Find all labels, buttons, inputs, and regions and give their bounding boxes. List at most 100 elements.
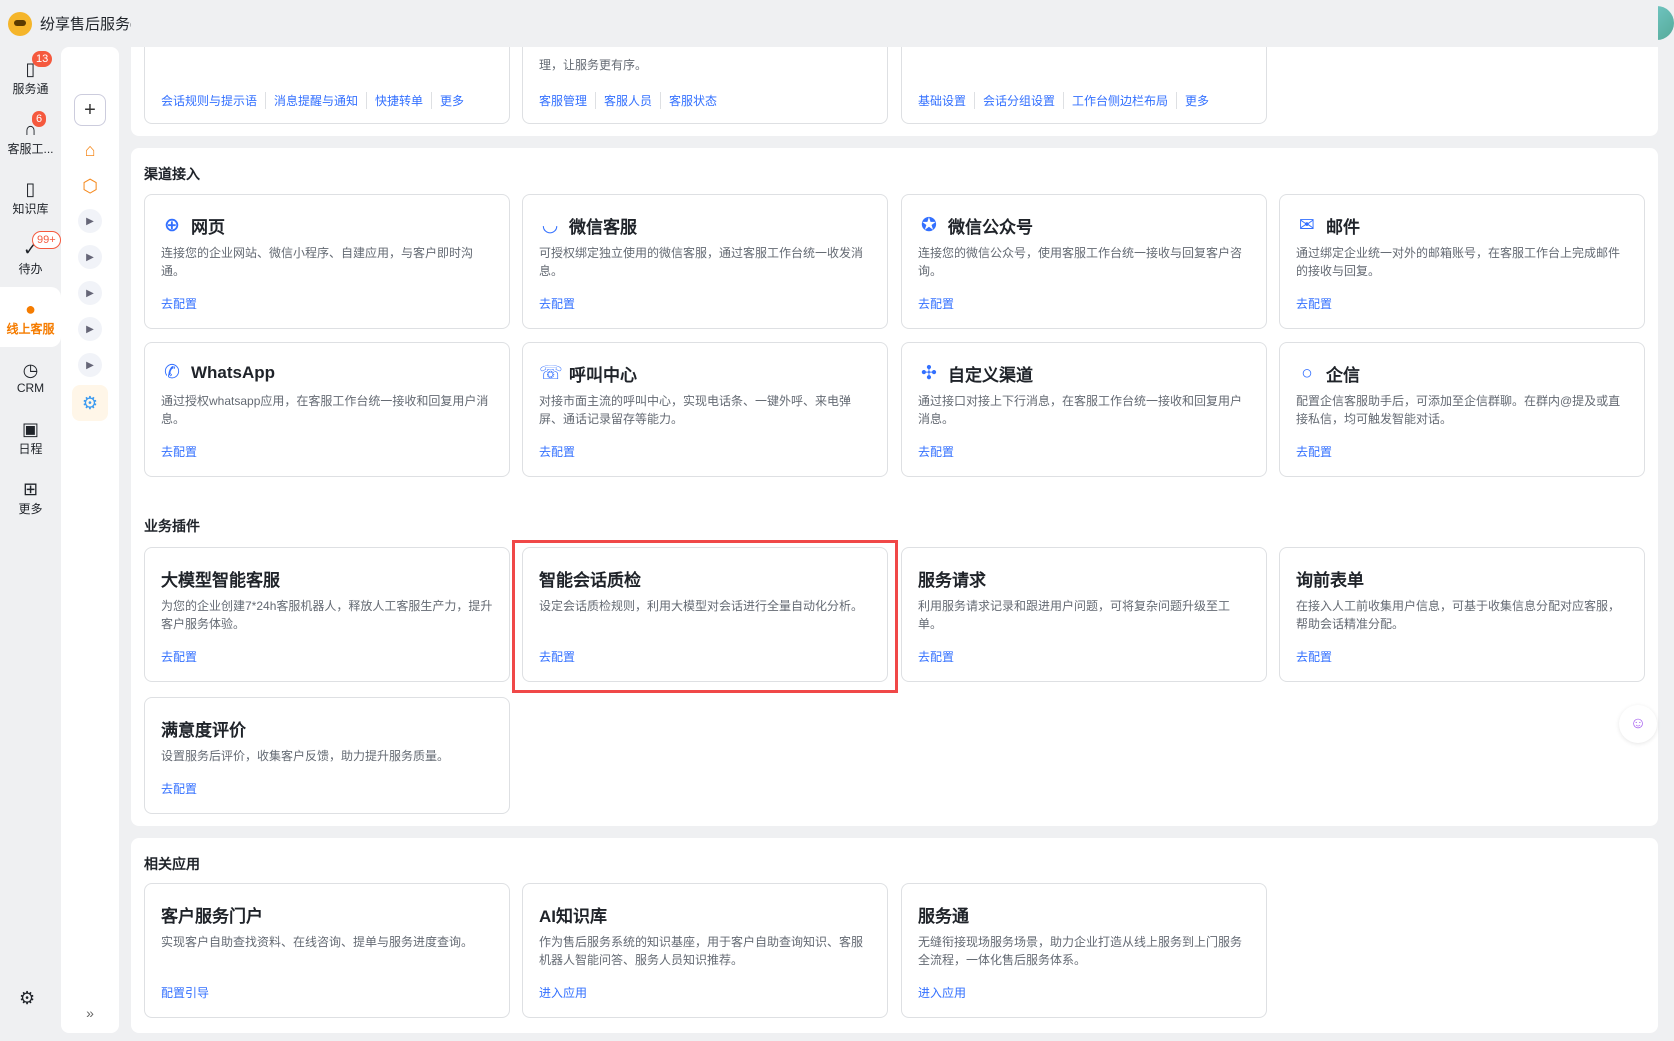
section-title: 相关应用 xyxy=(144,856,200,872)
expand-arrow-icon[interactable]: ▶ xyxy=(78,209,102,233)
mail-icon: ✉ xyxy=(1299,215,1315,236)
settings-panel: 会话规则与提示语 消息提醒与通知 快捷转单 更多 理，让服务更有序。 客服管理 客服人员… xyxy=(131,20,1658,136)
phone-icon: ☏ xyxy=(539,363,563,384)
badge: 99+ xyxy=(32,231,61,249)
card-title: ✆ WhatsApp xyxy=(161,361,275,384)
card-description: 在接入人工前收集用户信息，可基于收集信息分配对应客服，帮助会话精准分配。 xyxy=(1296,599,1621,631)
badge: 6 xyxy=(32,111,47,127)
nav-crm[interactable]: ◷ CRM xyxy=(0,347,61,407)
card-title: 服务通 xyxy=(918,907,969,926)
add-button[interactable]: + xyxy=(74,94,106,126)
feature-card: ✉ 邮件通过绑定企业统一对外的邮箱账号，在客服工作台上完成邮件的接收与回复。去配置 xyxy=(1279,194,1645,329)
card-action-link[interactable]: 去配置 xyxy=(539,295,575,312)
card-action-link[interactable]: 去配置 xyxy=(161,295,197,312)
card-action-link[interactable]: 去配置 xyxy=(161,780,197,797)
book-icon: ▯ xyxy=(25,178,36,199)
nav-agent-workbench[interactable]: ∩ 客服工... 6 xyxy=(0,107,61,167)
card-description: 通过绑定企业统一对外的邮箱账号，在客服工作台上完成邮件的接收与回复。 xyxy=(1296,246,1621,278)
card-action-link[interactable]: 去配置 xyxy=(918,648,954,665)
agent-links: 客服管理 客服人员 客服状态 xyxy=(539,92,725,109)
card-title: ⊕ 网页 xyxy=(161,213,225,238)
card-action-link[interactable]: 进入应用 xyxy=(539,984,587,1001)
nav-more[interactable]: ⊞ 更多 xyxy=(0,467,61,527)
feature-card: 大模型智能客服 为您的企业创建7*24h客服机器人，释放人工客服生产力，提升客户服… xyxy=(144,547,510,682)
clock-icon: ◷ xyxy=(22,360,39,380)
card-description: 连接您的企业网站、微信小程序、自建应用，与客户即时沟通。 xyxy=(161,246,474,278)
feature-card: AI知识库 作为售后服务系统的知识基座，用于客户自助查询知识、客服机器人智能问答、… xyxy=(522,883,888,1018)
feature-card: 服务通无缝衔接现场服务场景，助力企业打造从线上服务到上门服务全流程，一体化售后服… xyxy=(901,883,1267,1018)
chat-bubble-icon: ○ xyxy=(1301,362,1313,384)
card-title: ◡ 微信客服 xyxy=(539,213,637,238)
card-title: 客户服务门户 xyxy=(161,907,263,926)
chat-icon: ● xyxy=(25,298,36,319)
card-title: 满意度评价 xyxy=(161,721,246,740)
left-nav: ▯ 服务通 13 ∩ 客服工... 6 ▯ 知识库 ✓ 待办 99+ ● 线上客服 ◷ CRM ▣… xyxy=(0,47,61,527)
card-action-link[interactable]: 去配置 xyxy=(1296,648,1332,665)
expand-arrow-icon[interactable]: ▶ xyxy=(78,353,102,377)
card-title: ☏ 呼叫中心 xyxy=(539,363,637,385)
card-action-link[interactable]: 去配置 xyxy=(161,443,197,460)
feature-card: 服务请求利用服务请求记录和跟进用户问题，可将复杂问题升级至工单。去配置 xyxy=(901,547,1267,682)
related-apps-panel: 相关应用 客户服务门户实现客户自助查找资料、在线咨询、提单与服务进度查询。 配置引… xyxy=(131,838,1658,1033)
card-description: 作为售后服务系统的知识基座，用于客户自助查询知识、客服机器人智能问答、服务人员知… xyxy=(539,935,864,967)
nav-service[interactable]: ▯ 服务通 13 xyxy=(0,47,61,107)
feature-card: ○ 企信配置企信客服助手后，可添加至企信群聊。在群内@提及或直接私信，均可触发智能… xyxy=(1279,342,1645,477)
card-title: ✉ 邮件 xyxy=(1296,213,1360,238)
card-description: 无缝衔接现场服务场景，助力企业打造从线上服务到上门服务全流程，一体化售后服务体系… xyxy=(918,935,1243,967)
nav-calendar[interactable]: ▣ 日程 xyxy=(0,407,61,467)
card-description: 对接市面主流的呼叫中心，实现电话条、一键外呼、来电弹屏、通话记录留存等能力。 xyxy=(539,394,852,426)
expand-arrow-icon[interactable]: ▶ xyxy=(78,317,102,341)
card-action-link[interactable]: 去配置 xyxy=(1296,443,1332,460)
calendar-icon: ▣ xyxy=(21,418,39,439)
card-title: 大模型智能客服 xyxy=(161,571,280,590)
feature-card: 客户服务门户实现客户自助查找资料、在线咨询、提单与服务进度查询。 配置引导 xyxy=(144,883,510,1018)
app-logo xyxy=(8,11,32,36)
card-action-link[interactable]: 进入应用 xyxy=(918,984,966,1001)
nav-knowledge[interactable]: ▯ 知识库 xyxy=(0,167,61,227)
feature-card: ☏ 呼叫中心对接市面主流的呼叫中心，实现电话条、一键外呼、来电弹屏、通话记录留存等… xyxy=(522,342,888,477)
settings-gear-icon[interactable]: ⚙ xyxy=(72,385,108,421)
nav-todo[interactable]: ✓ 待办 99+ xyxy=(0,227,61,287)
section-title: 业务插件 xyxy=(144,518,200,534)
card-action-link[interactable]: 去配置 xyxy=(918,295,954,312)
card-description: 利用服务请求记录和跟进用户问题，可将复杂问题升级至工单。 xyxy=(918,599,1231,631)
whatsapp-icon: ✆ xyxy=(164,362,180,383)
feature-card: ✣ 自定义渠道通过接口对接上下行消息，在客服工作台统一接收和回复用户消息。去配置 xyxy=(901,342,1267,477)
card-title: 询前表单 xyxy=(1296,571,1364,590)
section-title: 渠道接入 xyxy=(144,166,200,182)
feature-card: ⊕ 网页连接您的企业网站、微信小程序、自建应用，与客户即时沟通。去配置 xyxy=(144,194,510,329)
workbench-links: 基础设置 会话分组设置 工作台侧边栏布局 更多 xyxy=(918,92,1217,109)
wechat-official-icon: ✪ xyxy=(921,215,937,236)
card-title: ○ 企信 xyxy=(1296,361,1360,386)
ai-assistant-icon[interactable]: ☺ xyxy=(1619,705,1657,743)
home-icon[interactable]: ⌂ xyxy=(74,134,106,166)
feature-card: ✪ 微信公众号 连接您的微信公众号，使用客服工作台统一接收与回复客户咨询。 去配置 xyxy=(901,194,1267,329)
top-mask xyxy=(131,0,1658,47)
nav-online-service[interactable]: ● 线上客服 xyxy=(0,287,61,347)
card-description: 通过接口对接上下行消息，在客服工作台统一接收和回复用户消息。 xyxy=(918,394,1243,426)
card-description: 通过授权whatsapp应用，在客服工作台统一接收和回复用户消息。 xyxy=(161,394,489,426)
card-description: 可授权绑定独立使用的微信客服，通过客服工作台统一收发消息。 xyxy=(539,246,864,278)
globe-icon: ⊕ xyxy=(164,215,180,236)
badge: 13 xyxy=(32,51,53,67)
card-description: 设置服务后评价，收集客户反馈，助力提升服务质量。 xyxy=(161,749,450,763)
settings-icon[interactable]: ⚙ xyxy=(19,988,35,1009)
feature-card: ◡ 微信客服可授权绑定独立使用的微信客服，通过客服工作台统一收发消息。去配置 xyxy=(522,194,888,329)
card-description: 实现客户自助查找资料、在线咨询、提单与服务进度查询。 xyxy=(161,935,474,949)
card-action-link[interactable]: 去配置 xyxy=(161,648,197,665)
secondary-nav: + ⌂ ⬡ ▶ ▶ ▶ ▶ ▶ ⚙ » xyxy=(61,47,119,1033)
card-action-link[interactable]: 配置引导 xyxy=(161,984,209,1001)
card-action-link[interactable]: 去配置 xyxy=(1296,295,1332,312)
card-title: ✣ 自定义渠道 xyxy=(918,361,1033,386)
card-action-link[interactable]: 去配置 xyxy=(539,443,575,460)
card-title: 服务请求 xyxy=(918,571,986,590)
feature-card: ✆ WhatsApp 通过授权whatsapp应用，在客服工作台统一接收和回复用户消… xyxy=(144,342,510,477)
grid-icon: ⊞ xyxy=(22,478,39,499)
expand-arrow-icon[interactable]: ▶ xyxy=(78,281,102,305)
feature-card: 满意度评价设置服务后评价，收集客户反馈，助力提升服务质量。 去配置 xyxy=(144,697,510,814)
hexagon-icon[interactable]: ⬡ xyxy=(74,170,106,202)
expand-arrow-icon[interactable]: ▶ xyxy=(78,245,102,269)
card-description: 配置企信客服助手后，可添加至企信群聊。在群内@提及或直接私信，均可触发智能对话。 xyxy=(1296,394,1621,426)
collapse-expand-icon[interactable]: » xyxy=(74,997,106,1029)
card-action-link[interactable]: 去配置 xyxy=(918,443,954,460)
